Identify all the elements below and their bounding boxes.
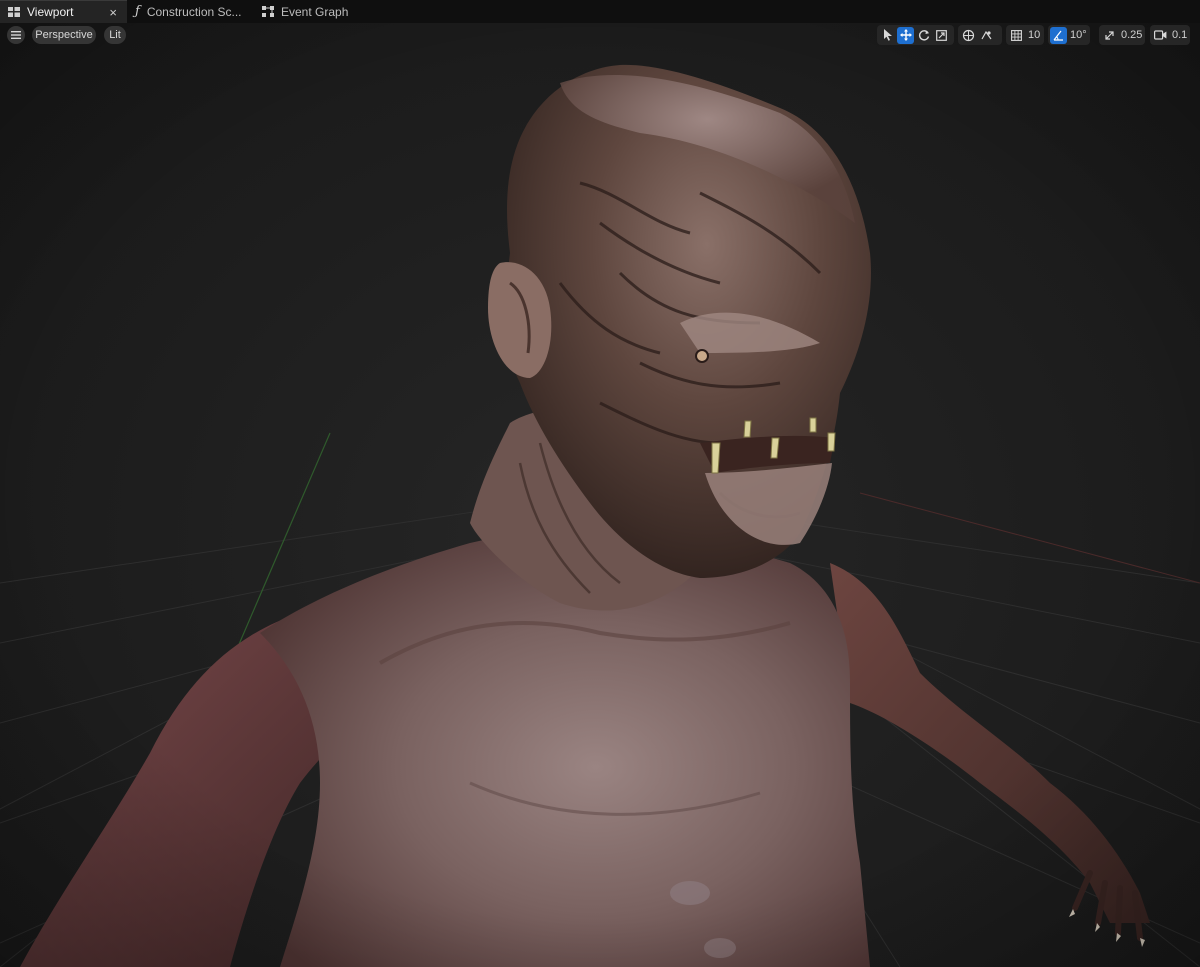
event-graph-icon — [262, 6, 274, 17]
transform-tools-group — [877, 25, 954, 45]
hamburger-menu-icon — [11, 31, 21, 39]
translate-icon — [899, 29, 912, 41]
coordinate-tools-group — [958, 25, 1002, 45]
lighting-mode-button[interactable]: Lit — [104, 26, 126, 44]
tab-construction-script[interactable]: ƒ Construction Sc... — [127, 0, 252, 23]
angle-snap-icon — [1053, 30, 1063, 41]
grid-snap-group: 10 — [1006, 25, 1044, 45]
tab-event-graph[interactable]: Event Graph — [252, 0, 412, 23]
scale-tool-button[interactable] — [933, 27, 950, 44]
function-icon: ƒ — [135, 4, 140, 19]
surface-snapping-toggle[interactable] — [978, 27, 995, 44]
scale-snap-group: 0.25 — [1099, 25, 1145, 45]
scale-icon — [936, 29, 947, 41]
grid-snap-toggle[interactable] — [1008, 27, 1025, 44]
select-tool-button[interactable] — [879, 27, 896, 44]
grid-snap-value[interactable]: 10 — [1026, 29, 1044, 41]
camera-icon — [1154, 30, 1167, 40]
level-viewport[interactable]: Perspective Lit 10 10° 0.25 0.1 — [0, 23, 1200, 967]
camera-speed-group: 0.1 — [1150, 25, 1190, 45]
tab-event-graph-label: Event Graph — [281, 4, 349, 19]
rotate-icon — [918, 30, 929, 41]
viewport-grid-icon — [8, 7, 20, 17]
rotate-tool-button[interactable] — [915, 27, 932, 44]
translate-tool-button[interactable] — [897, 26, 914, 44]
rotation-snap-toggle[interactable] — [1050, 26, 1067, 44]
scale-snap-icon — [1105, 30, 1114, 40]
viewport-scene — [0, 23, 1200, 967]
camera-speed-button[interactable] — [1152, 27, 1169, 44]
rotation-snap-group: 10° — [1048, 25, 1090, 45]
scale-snap-value[interactable]: 0.25 — [1119, 29, 1146, 41]
tab-viewport[interactable]: Viewport × — [0, 0, 127, 23]
viewport-options-button[interactable] — [7, 26, 25, 44]
rotation-snap-value[interactable]: 10° — [1068, 29, 1091, 41]
scale-snap-toggle[interactable] — [1101, 27, 1118, 44]
camera-speed-value[interactable]: 0.1 — [1170, 29, 1191, 41]
surface-snapping-icon — [981, 30, 992, 39]
world-local-toggle[interactable] — [960, 27, 977, 44]
select-arrow-icon — [883, 29, 892, 41]
tab-close-icon[interactable]: × — [109, 5, 117, 20]
tab-bar: Viewport × ƒ Construction Sc... Event Gr… — [0, 0, 1200, 23]
view-mode-button[interactable]: Perspective — [32, 26, 96, 44]
grid-snap-icon — [1011, 29, 1022, 41]
world-coordinate-icon — [962, 29, 975, 41]
tab-viewport-label: Viewport — [27, 5, 74, 19]
tab-construction-script-label: Construction Sc... — [146, 4, 242, 19]
